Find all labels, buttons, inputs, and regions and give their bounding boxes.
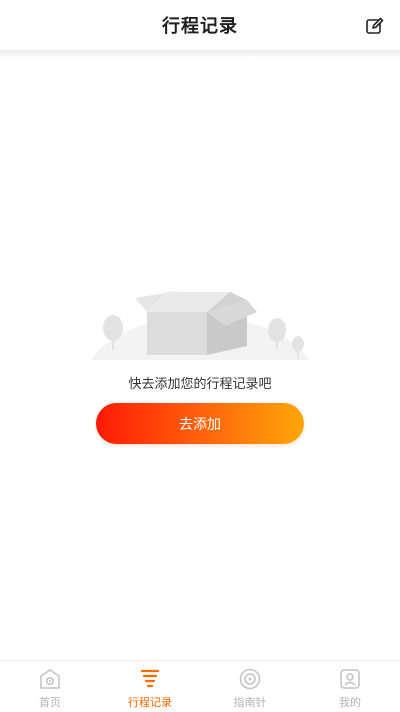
bottom-tab-bar: 首页 行程记录 指南针 我的 xyxy=(0,660,400,712)
tab-trip-record-label: 行程记录 xyxy=(128,696,172,709)
home-icon xyxy=(40,669,60,689)
add-trip-button[interactable]: 去添加 xyxy=(96,403,304,444)
header-divider xyxy=(0,50,400,58)
tab-trip-record[interactable]: 行程记录 xyxy=(100,661,200,712)
tab-home-label: 首页 xyxy=(39,696,61,709)
edit-icon xyxy=(366,17,384,34)
tab-profile-label: 我的 xyxy=(339,696,361,709)
trip-record-icon xyxy=(140,669,160,688)
tab-compass-label: 指南针 xyxy=(233,696,267,709)
page-title: 行程记录 xyxy=(162,16,238,37)
tab-compass[interactable]: 指南针 xyxy=(200,661,300,712)
compass-icon xyxy=(239,668,261,690)
top-bar: 行程记录 xyxy=(0,0,400,50)
empty-state-message: 快去添加您的行程记录吧 xyxy=(128,377,272,392)
edit-button[interactable] xyxy=(364,15,386,37)
tab-profile[interactable]: 我的 xyxy=(300,661,400,712)
profile-icon xyxy=(340,669,360,689)
tab-home[interactable]: 首页 xyxy=(0,661,100,712)
empty-box-illustration xyxy=(90,288,310,360)
